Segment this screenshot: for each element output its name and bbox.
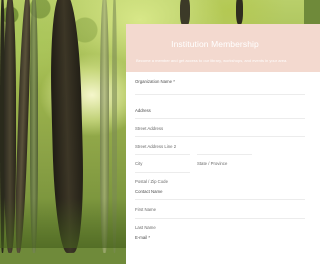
- state-province-input[interactable]: [197, 154, 252, 155]
- city-input[interactable]: [135, 154, 190, 155]
- street-address-label: Street Address: [135, 126, 164, 131]
- first-name-input[interactable]: [135, 199, 305, 200]
- email-label: E-mail *: [135, 235, 151, 240]
- last-name-label: Last Name: [135, 225, 156, 230]
- form-subtitle: Become a member and get access to our li…: [136, 58, 288, 63]
- state-province-label: State / Province: [197, 161, 228, 166]
- first-name-label: First Name: [135, 207, 157, 212]
- street-address-input[interactable]: [135, 118, 305, 119]
- last-name-input[interactable]: [135, 218, 305, 219]
- form-title: Institution Membership: [171, 39, 259, 49]
- form-header: Institution Membership Become a member a…: [126, 24, 320, 72]
- organization-name-input[interactable]: [135, 94, 305, 95]
- address-label: Address: [135, 108, 151, 113]
- street-address-line2-input[interactable]: [135, 136, 305, 137]
- tree-trunk: [236, 0, 243, 25]
- postal-zip-input[interactable]: [135, 172, 190, 173]
- postal-zip-label: Postal / Zip Code: [135, 179, 168, 184]
- form-panel: Institution Membership Become a member a…: [126, 24, 320, 264]
- tree-trunk: [180, 0, 190, 27]
- city-label: City: [135, 161, 143, 166]
- organization-name-label: Organization Name *: [135, 79, 175, 84]
- street-address-line2-label: Street Address Line 2: [135, 144, 177, 149]
- contact-name-label: Contact Name: [135, 189, 163, 194]
